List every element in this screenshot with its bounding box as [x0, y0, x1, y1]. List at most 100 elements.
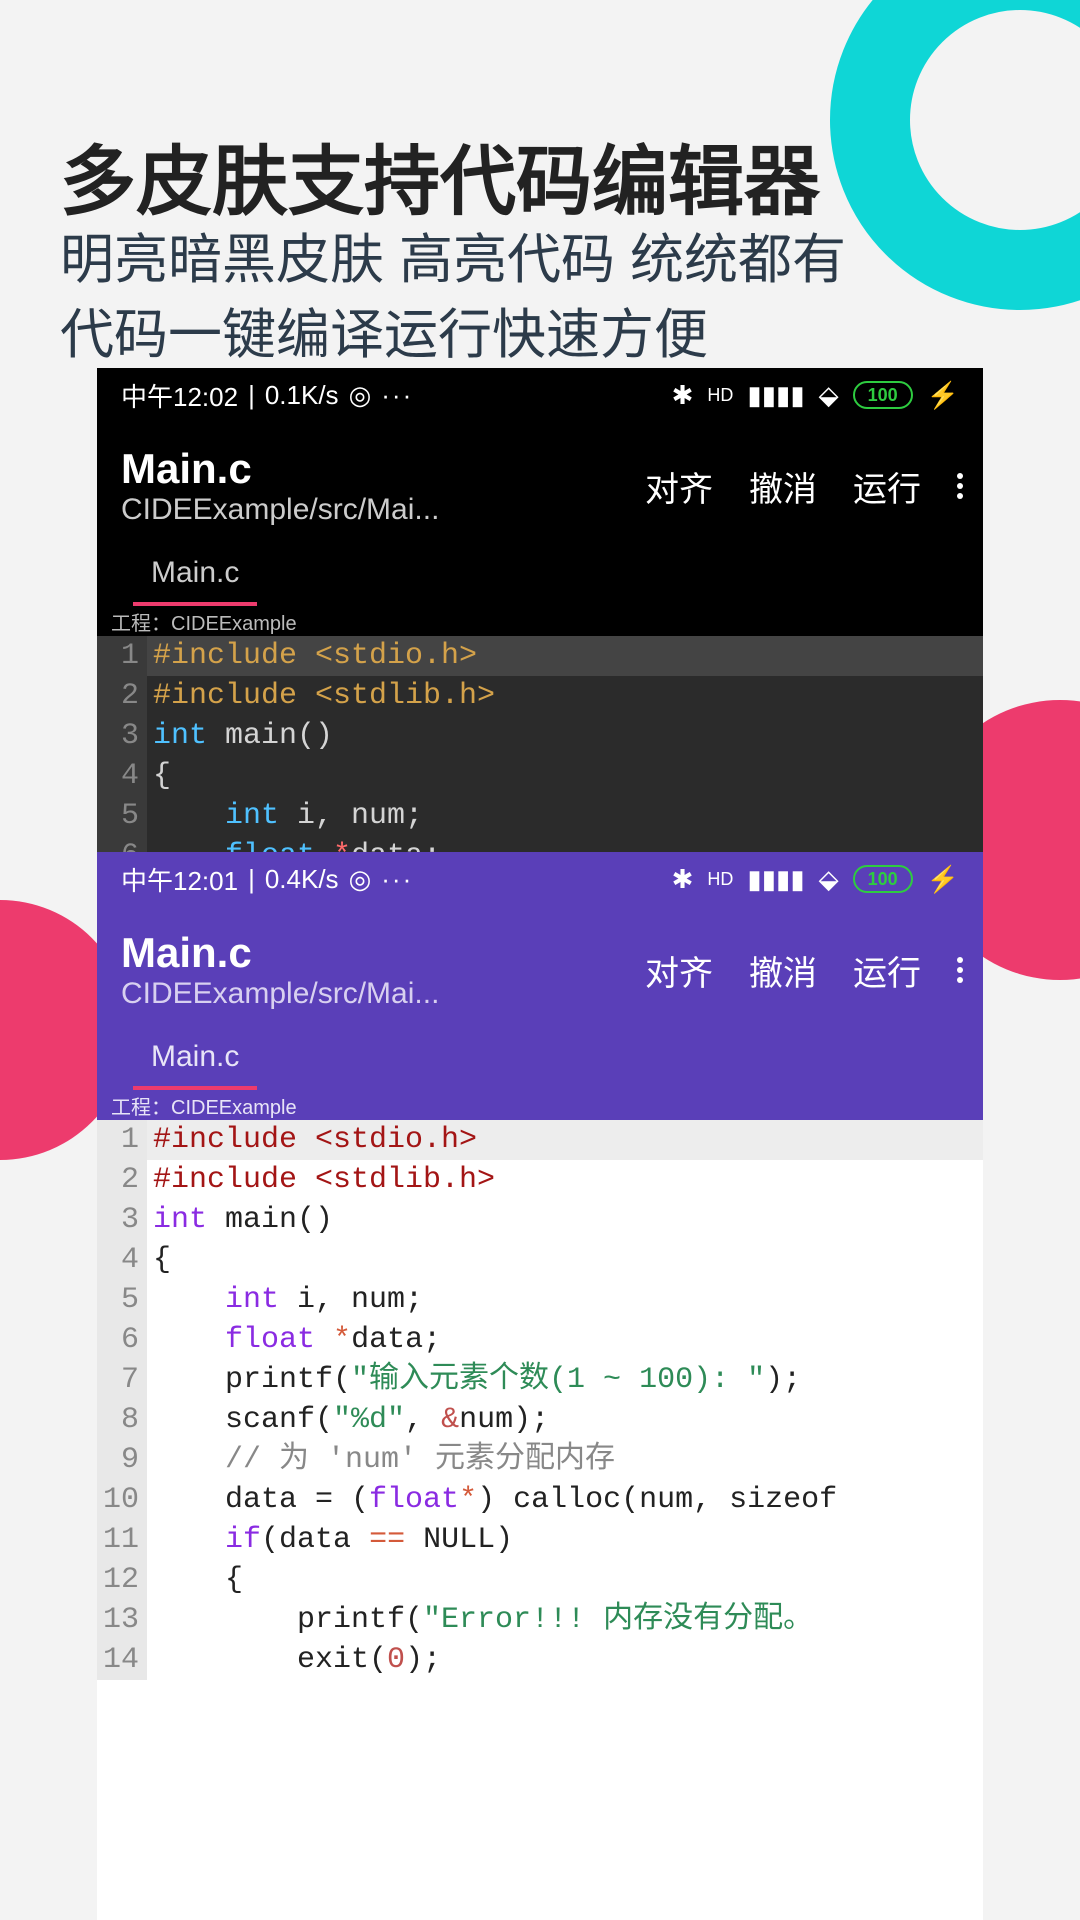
- line-number: 9: [97, 1440, 147, 1480]
- tab-main-c[interactable]: Main.c: [133, 548, 257, 606]
- line-number: 1: [97, 1120, 147, 1160]
- file-path: CIDEExample/src/Mai...: [121, 493, 481, 527]
- line-number: 3: [97, 716, 147, 756]
- status-speed: 0.4K/s: [265, 864, 339, 895]
- code-line[interactable]: 13 printf("Error!!! 内存没有分配。: [97, 1600, 983, 1640]
- code-content[interactable]: #include <stdio.h>: [147, 1120, 477, 1160]
- code-content[interactable]: data = (float*) calloc(num, sizeof: [147, 1480, 837, 1520]
- line-number: 4: [97, 1240, 147, 1280]
- headline: 多皮肤支持代码编辑器: [60, 120, 820, 230]
- code-content[interactable]: if(data == NULL): [147, 1520, 513, 1560]
- more-menu-button[interactable]: [957, 957, 963, 983]
- code-content[interactable]: int main(): [147, 1200, 333, 1240]
- code-line[interactable]: 1#include <stdio.h>: [97, 1120, 983, 1160]
- phone-light: 中午12:01 | 0.4K/s ◎ ··· ✱ HD ▮▮▮▮ ⬙ 100 ⚡…: [97, 852, 983, 1920]
- code-editor-light[interactable]: 1#include <stdio.h>2#include <stdlib.h>3…: [97, 1120, 983, 1680]
- code-line[interactable]: 2#include <stdlib.h>: [97, 676, 983, 716]
- code-line[interactable]: 2#include <stdlib.h>: [97, 1160, 983, 1200]
- bluetooth-icon: ✱: [672, 380, 694, 411]
- code-line[interactable]: 3int main(): [97, 716, 983, 756]
- align-button[interactable]: 对齐: [645, 462, 713, 511]
- file-title: Main.c: [121, 445, 645, 493]
- battery-icon: 100: [853, 381, 913, 409]
- line-number: 3: [97, 1200, 147, 1240]
- run-button[interactable]: 运行: [853, 946, 921, 995]
- code-content[interactable]: {: [147, 1560, 243, 1600]
- no-disturb-icon: ◎: [349, 380, 372, 411]
- signal-icon: ▮▮▮▮: [747, 380, 804, 411]
- code-content[interactable]: // 为 'num' 元素分配内存: [147, 1440, 615, 1480]
- code-line[interactable]: 7 printf("输入元素个数(1 ~ 100): ");: [97, 1360, 983, 1400]
- status-time: 中午12:01: [121, 861, 238, 898]
- line-number: 2: [97, 676, 147, 716]
- code-content[interactable]: exit(0);: [147, 1640, 441, 1680]
- code-line[interactable]: 4{: [97, 756, 983, 796]
- wifi-icon: ⬙: [819, 380, 839, 411]
- more-menu-button[interactable]: [957, 473, 963, 499]
- status-sep: |: [248, 380, 255, 411]
- code-content[interactable]: #include <stdlib.h>: [147, 1160, 495, 1200]
- run-button[interactable]: 运行: [853, 462, 921, 511]
- file-path: CIDEExample/src/Mai...: [121, 977, 481, 1011]
- tab-bar: Main.c: [97, 550, 983, 606]
- tab-bar: Main.c: [97, 1034, 983, 1090]
- status-sep: |: [248, 864, 255, 895]
- line-number: 10: [97, 1480, 147, 1520]
- line-number: 4: [97, 756, 147, 796]
- wifi-icon: ⬙: [819, 864, 839, 895]
- code-line[interactable]: 6 float *data;: [97, 1320, 983, 1360]
- tab-main-c[interactable]: Main.c: [133, 1032, 257, 1090]
- line-number: 7: [97, 1360, 147, 1400]
- code-content[interactable]: scanf("%d", &num);: [147, 1400, 549, 1440]
- line-number: 5: [97, 796, 147, 836]
- code-content[interactable]: printf("输入元素个数(1 ~ 100): ");: [147, 1360, 801, 1400]
- line-number: 14: [97, 1640, 147, 1680]
- code-line[interactable]: 6 float *data;: [97, 836, 983, 852]
- charging-icon: ⚡: [927, 864, 959, 895]
- line-number: 6: [97, 1320, 147, 1360]
- code-content[interactable]: printf("Error!!! 内存没有分配。: [147, 1600, 813, 1640]
- file-title: Main.c: [121, 929, 645, 977]
- code-line[interactable]: 10 data = (float*) calloc(num, sizeof: [97, 1480, 983, 1520]
- code-line[interactable]: 1#include <stdio.h>: [97, 636, 983, 676]
- status-speed: 0.1K/s: [265, 380, 339, 411]
- no-disturb-icon: ◎: [349, 864, 372, 895]
- subheading-1: 明亮暗黑皮肤 高亮代码 统统都有: [60, 215, 846, 294]
- undo-button[interactable]: 撤消: [749, 946, 817, 995]
- code-content[interactable]: {: [147, 1240, 171, 1280]
- status-time: 中午12:02: [121, 377, 238, 414]
- code-line[interactable]: 4{: [97, 1240, 983, 1280]
- code-content[interactable]: {: [147, 756, 171, 796]
- decorative-teal-ring: [830, 0, 1080, 310]
- hd-icon: HD: [707, 385, 733, 406]
- code-line[interactable]: 8 scanf("%d", &num);: [97, 1400, 983, 1440]
- phone-dark: 中午12:02 | 0.1K/s ◎ ··· ✱ HD ▮▮▮▮ ⬙ 100 ⚡…: [97, 368, 983, 852]
- code-content[interactable]: int i, num;: [147, 1280, 423, 1320]
- line-number: 11: [97, 1520, 147, 1560]
- more-icon: ···: [381, 380, 413, 411]
- align-button[interactable]: 对齐: [645, 946, 713, 995]
- code-content[interactable]: int i, num;: [147, 796, 423, 836]
- code-line[interactable]: 12 {: [97, 1560, 983, 1600]
- code-line[interactable]: 5 int i, num;: [97, 796, 983, 836]
- line-number: 8: [97, 1400, 147, 1440]
- code-content[interactable]: float *data;: [147, 1320, 441, 1360]
- hd-icon: HD: [707, 869, 733, 890]
- code-content[interactable]: #include <stdio.h>: [147, 636, 477, 676]
- line-number: 2: [97, 1160, 147, 1200]
- line-number: 6: [97, 836, 147, 852]
- code-content[interactable]: int main(): [147, 716, 333, 756]
- line-number: 12: [97, 1560, 147, 1600]
- toolbar: Main.c CIDEExample/src/Mai... 对齐 撤消 运行: [97, 422, 983, 550]
- project-label: 工程：CIDEExample: [97, 1090, 983, 1120]
- code-line[interactable]: 3int main(): [97, 1200, 983, 1240]
- code-editor-dark[interactable]: 1#include <stdio.h>2#include <stdlib.h>3…: [97, 636, 983, 852]
- code-line[interactable]: 14 exit(0);: [97, 1640, 983, 1680]
- code-line[interactable]: 5 int i, num;: [97, 1280, 983, 1320]
- code-content[interactable]: #include <stdlib.h>: [147, 676, 495, 716]
- code-line[interactable]: 11 if(data == NULL): [97, 1520, 983, 1560]
- bluetooth-icon: ✱: [672, 864, 694, 895]
- code-line[interactable]: 9 // 为 'num' 元素分配内存: [97, 1440, 983, 1480]
- undo-button[interactable]: 撤消: [749, 462, 817, 511]
- code-content[interactable]: float *data;: [147, 836, 441, 852]
